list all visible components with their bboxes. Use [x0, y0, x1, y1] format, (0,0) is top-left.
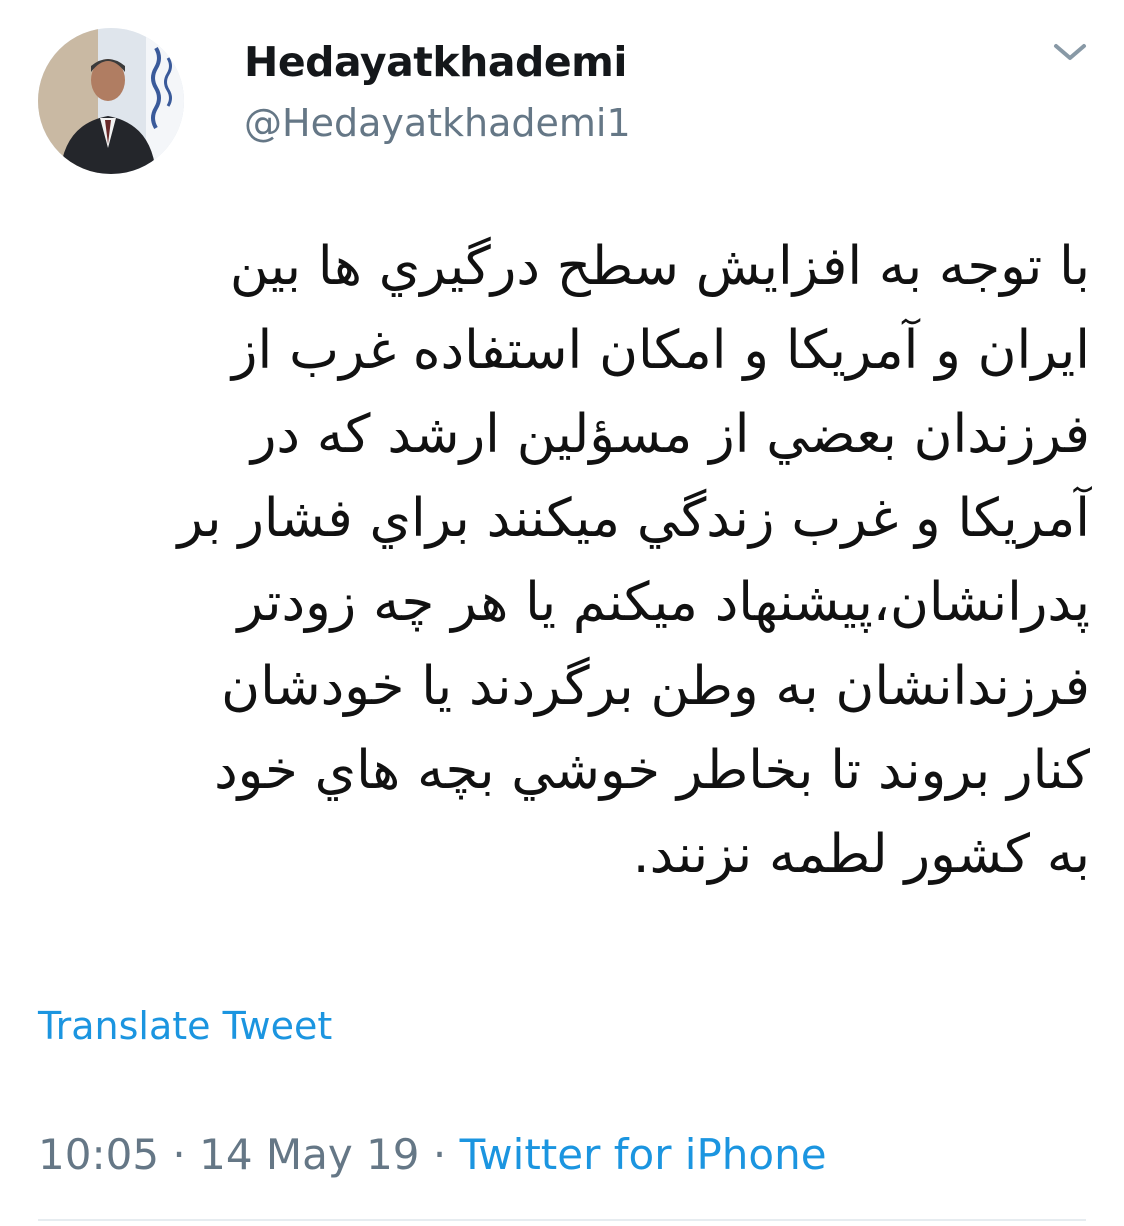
tweet-line: كنار بروند تا بخاطر خوشي بچه هاي خود [214, 740, 1090, 801]
tweet-line: فرزندان بعضي از مسؤلين ارشد كه در [250, 404, 1090, 465]
tweet-line: پدرانشان،پيشنهاد ميكنم يا هر چه زودتر [237, 572, 1090, 633]
tweet-time[interactable]: 10:05 [38, 1130, 159, 1179]
tweet-line: ايران و آمريكا و امكان استفاده غرب از [231, 320, 1090, 381]
avatar[interactable] [38, 28, 184, 174]
tweet-text: با توجه به افزايش سطح درگيري ها بين ايرا… [70, 225, 1091, 897]
chevron-down-icon[interactable] [1050, 36, 1090, 68]
tweet-line: فرزندانشان به وطن برگردند يا خودشان [221, 656, 1090, 717]
translate-tweet-link[interactable]: Translate Tweet [38, 1004, 332, 1048]
display-name[interactable]: Hedayatkhademi [244, 38, 627, 86]
tweet-meta: 10:05 · 14 May 19 · Twitter for iPhone [38, 1130, 827, 1179]
tweet-date[interactable]: 14 May 19 [199, 1130, 419, 1179]
tweet-line: به كشور لطمه نزنند. [632, 824, 1090, 885]
meta-separator: · [419, 1130, 460, 1179]
tweet-source-link[interactable]: Twitter for iPhone [460, 1130, 827, 1179]
tweet-line: آمريكا و غرب زندگي ميكنند براي فشار بر [177, 488, 1091, 549]
avatar-image [38, 28, 184, 174]
tweet-line: با توجه به افزايش سطح درگيري ها بين [229, 236, 1090, 297]
user-handle[interactable]: @Hedayatkhademi1 [244, 101, 631, 145]
divider [38, 1219, 1086, 1221]
meta-separator: · [159, 1130, 200, 1179]
